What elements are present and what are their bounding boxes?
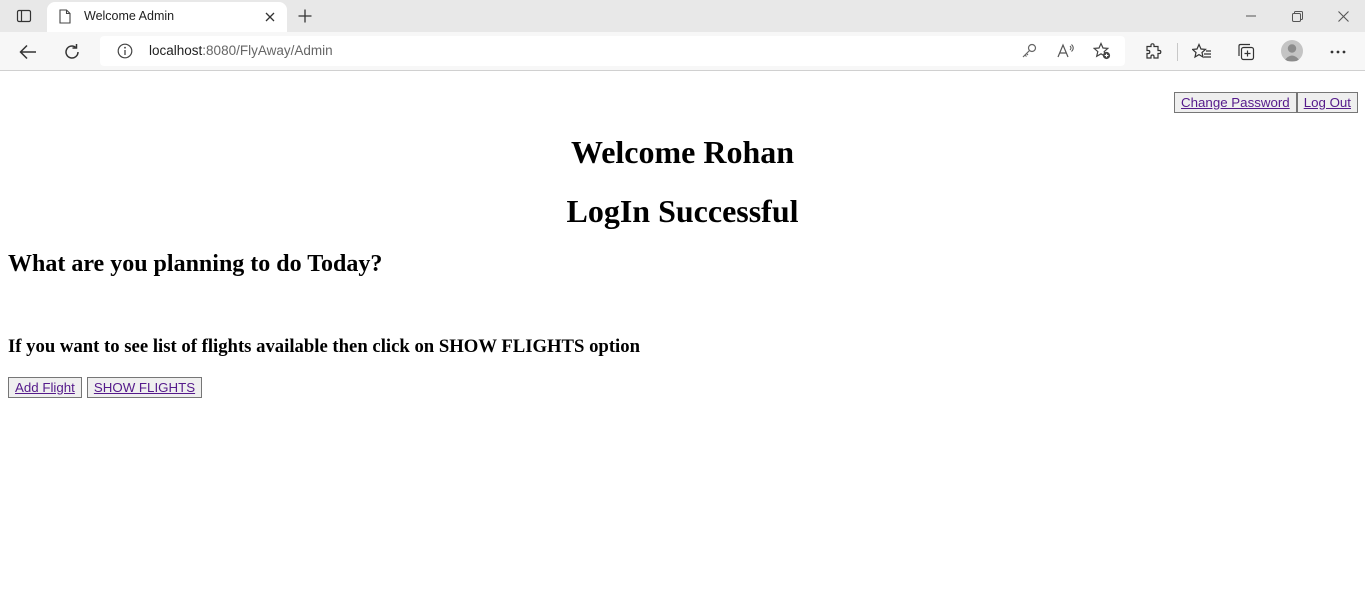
- back-icon[interactable]: [15, 39, 41, 65]
- minimize-icon[interactable]: [1241, 6, 1261, 26]
- show-flights-info: If you want to see list of flights avail…: [8, 336, 640, 357]
- tab-close-icon[interactable]: [262, 9, 278, 25]
- key-icon[interactable]: [1020, 42, 1038, 60]
- extensions-icon[interactable]: [1140, 39, 1166, 65]
- info-icon[interactable]: [117, 43, 133, 64]
- page-icon: [59, 9, 71, 29]
- refresh-icon[interactable]: [59, 39, 85, 65]
- toolbar-separator: [1177, 43, 1178, 61]
- url-text[interactable]: localhost:8080/FlyAway/Admin: [149, 43, 333, 58]
- restore-icon[interactable]: [1287, 6, 1307, 26]
- window-close-icon[interactable]: [1333, 6, 1353, 26]
- account-actions: Change Password Log Out: [1174, 92, 1358, 113]
- flight-actions: Add Flight SHOW FLIGHTS: [8, 377, 203, 398]
- favorites-icon[interactable]: [1189, 39, 1215, 65]
- add-favorite-icon[interactable]: [1093, 42, 1111, 60]
- tab-title: Welcome Admin: [84, 9, 175, 23]
- collections-icon[interactable]: [1233, 39, 1259, 65]
- more-icon[interactable]: [1325, 39, 1351, 65]
- new-tab-icon[interactable]: [294, 5, 316, 27]
- page-content: Change Password Log Out Welcome Rohan Lo…: [0, 71, 1365, 602]
- address-bar[interactable]: localhost:8080/FlyAway/Admin: [100, 36, 1125, 66]
- login-status-heading: LogIn Successful: [566, 193, 799, 229]
- browser-toolbar: localhost:8080/FlyAway/Admin: [0, 32, 1365, 71]
- log-out-button[interactable]: Log Out: [1296, 92, 1358, 113]
- planning-question: What are you planning to do Today?: [8, 251, 383, 277]
- add-flight-button[interactable]: Add Flight: [8, 377, 82, 398]
- tab-actions-icon[interactable]: [12, 6, 36, 26]
- show-flights-button[interactable]: SHOW FLIGHTS: [86, 377, 203, 398]
- tab-bar: Welcome Admin: [0, 0, 1365, 32]
- profile-avatar[interactable]: [1281, 40, 1303, 62]
- url-host: localhost: [149, 43, 203, 58]
- url-path: :8080/FlyAway/Admin: [202, 43, 333, 58]
- browser-tab[interactable]: Welcome Admin: [47, 2, 287, 32]
- welcome-heading: Welcome Rohan: [570, 134, 795, 170]
- read-aloud-icon[interactable]: [1057, 42, 1075, 60]
- change-password-button[interactable]: Change Password: [1174, 92, 1297, 113]
